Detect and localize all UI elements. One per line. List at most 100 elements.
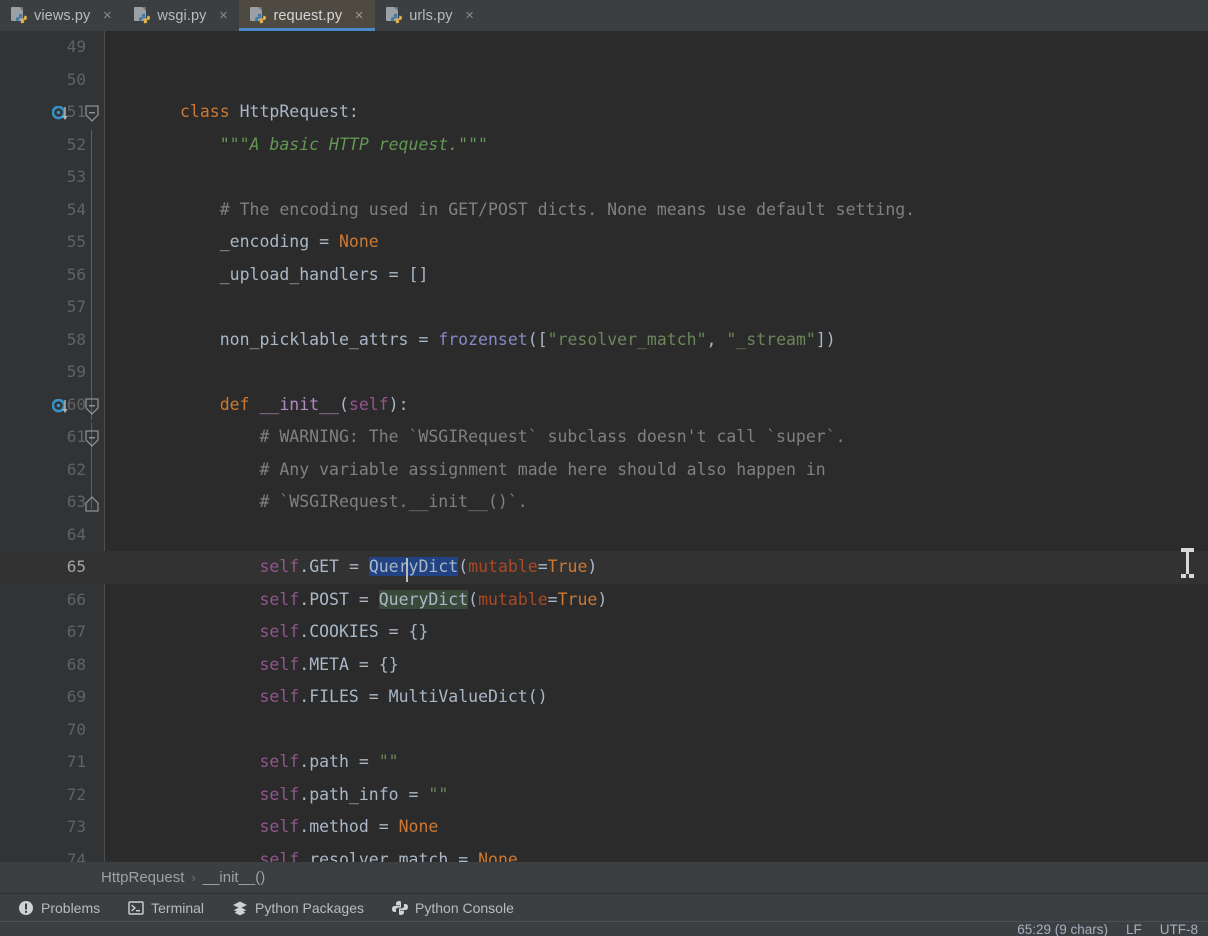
code-text: # WARNING: The `WSGIRequest` subclass do… xyxy=(259,427,846,446)
tab-request-py[interactable]: request.py × xyxy=(239,0,376,31)
fold-collapse-icon[interactable] xyxy=(84,102,100,122)
tab-label: request.py xyxy=(273,7,343,24)
line-number: 58 xyxy=(66,329,86,349)
code-line[interactable]: 66 self.POST = QueryDict(mutable=True) xyxy=(0,584,1208,617)
breadcrumb-item-method[interactable]: __init__() xyxy=(203,869,266,886)
tab-wsgi-py[interactable]: wsgi.py × xyxy=(123,0,239,31)
code-line[interactable]: 67 self.COOKIES = {} xyxy=(0,616,1208,649)
line-number: 63 xyxy=(66,492,86,511)
code-text: self.path_info = "" xyxy=(259,784,449,804)
editor-tab-bar: views.py × wsgi.py × request.py × urls.p… xyxy=(0,0,1208,31)
tool-window-label: Terminal xyxy=(151,899,205,916)
code-text: def __init__(self): xyxy=(219,394,409,414)
encoding-status[interactable]: UTF-8 xyxy=(1160,922,1198,936)
tab-label: wsgi.py xyxy=(157,7,207,24)
line-number: 52 xyxy=(66,134,86,154)
fold-end-icon[interactable] xyxy=(84,492,100,512)
text-caret xyxy=(406,558,408,582)
code-line[interactable]: 72 self.path_info = "" xyxy=(0,779,1208,812)
code-text: self.FILES = MultiValueDict() xyxy=(259,687,548,706)
tool-window-python-packages[interactable]: Python Packages xyxy=(218,895,378,921)
line-number: 69 xyxy=(66,687,86,706)
tool-window-label: Python Packages xyxy=(255,899,365,916)
tool-window-label: Python Console xyxy=(415,899,514,916)
line-number: 50 xyxy=(66,69,86,89)
code-line[interactable]: 63 # `WSGIRequest.__init__()`. xyxy=(0,486,1208,519)
code-lines-container[interactable]: 49 50 51 class HttpRequest: 52 """A basic HT… xyxy=(0,31,1208,862)
code-line[interactable]: 53 xyxy=(0,161,1208,194)
line-number: 62 xyxy=(66,459,86,479)
line-number: 64 xyxy=(66,524,86,544)
warning-circle-icon xyxy=(19,900,33,915)
code-line[interactable]: 52 """A basic HTTP request.""" xyxy=(0,129,1208,162)
code-line[interactable]: 55 _encoding = None xyxy=(0,226,1208,259)
code-text: self.method = None xyxy=(259,817,439,836)
code-line[interactable]: 56 _upload_handlers = [] xyxy=(0,259,1208,292)
caret-position-status[interactable]: 65:29 (9 chars) xyxy=(1017,922,1108,936)
tab-views-py[interactable]: views.py × xyxy=(0,0,123,31)
mouse-cursor-ibeam xyxy=(1181,548,1194,578)
python-file-icon xyxy=(386,7,403,24)
tab-urls-py[interactable]: urls.py × xyxy=(375,0,485,31)
fold-collapse-icon[interactable] xyxy=(84,427,100,447)
code-line[interactable]: 49 xyxy=(0,31,1208,64)
terminal-icon xyxy=(128,900,144,915)
code-line[interactable]: 62 # Any variable assignment made here s… xyxy=(0,454,1208,487)
code-editor[interactable]: 49 50 51 class HttpRequest: 52 """A basic HT… xyxy=(0,31,1208,862)
close-icon[interactable]: × xyxy=(352,8,366,23)
code-line[interactable]: 59 xyxy=(0,356,1208,389)
code-line[interactable]: 54 # The encoding used in GET/POST dicts… xyxy=(0,194,1208,227)
code-line[interactable]: 71 self.path = "" xyxy=(0,746,1208,779)
tab-label: views.py xyxy=(34,7,91,24)
code-line[interactable]: 50 xyxy=(0,64,1208,97)
layers-icon xyxy=(233,901,248,915)
line-number: 51 xyxy=(66,102,86,121)
line-number: 72 xyxy=(66,784,86,804)
line-number: 59 xyxy=(66,362,86,381)
line-number: 66 xyxy=(66,589,86,609)
code-line[interactable]: 57 xyxy=(0,291,1208,324)
code-line[interactable]: 60 def __init__(self): xyxy=(0,389,1208,422)
code-line[interactable]: 73 self.method = None xyxy=(0,811,1208,844)
python-file-icon xyxy=(250,7,267,24)
tab-label: urls.py xyxy=(409,7,453,24)
python-file-icon xyxy=(134,7,151,24)
line-number: 67 xyxy=(66,622,86,641)
line-number: 73 xyxy=(66,817,86,836)
close-icon[interactable]: × xyxy=(216,8,230,23)
code-line[interactable]: 74 self.resolver_match = None xyxy=(0,844,1208,863)
code-text: non_picklable_attrs = frozenset(["resolv… xyxy=(219,329,836,349)
code-line[interactable]: 64 xyxy=(0,519,1208,552)
breadcrumb-item-class[interactable]: HttpRequest xyxy=(101,869,184,886)
line-number: 53 xyxy=(66,167,86,186)
code-line[interactable]: 69 self.FILES = MultiValueDict() xyxy=(0,681,1208,714)
breadcrumb: HttpRequest › __init__() xyxy=(0,862,1208,893)
fold-collapse-icon[interactable] xyxy=(84,395,100,415)
line-number: 54 xyxy=(66,199,86,219)
tool-window-problems[interactable]: Problems xyxy=(4,895,114,921)
code-line[interactable]: 58 non_picklable_attrs = frozenset(["res… xyxy=(0,324,1208,357)
code-text: """A basic HTTP request.""" xyxy=(219,134,488,154)
code-line[interactable]: 65 self.GET = QueryDict(mutable=True) xyxy=(0,551,1208,584)
code-line[interactable]: 68 self.META = {} xyxy=(0,649,1208,682)
close-icon[interactable]: × xyxy=(463,8,477,23)
line-number: 56 xyxy=(66,264,86,284)
tool-window-label: Problems xyxy=(41,899,101,916)
implementation-marker-icon[interactable] xyxy=(51,396,70,414)
close-icon[interactable]: × xyxy=(100,8,114,23)
implementation-marker-icon[interactable] xyxy=(51,103,70,121)
line-separator-status[interactable]: LF xyxy=(1126,922,1142,936)
code-line[interactable]: 61 # WARNING: The `WSGIRequest` subclass… xyxy=(0,421,1208,454)
code-line[interactable]: 51 class HttpRequest: xyxy=(0,96,1208,129)
tool-window-python-console[interactable]: Python Console xyxy=(378,895,528,921)
code-text: self.POST = QueryDict(mutable=True) xyxy=(259,589,608,609)
line-number: 68 xyxy=(66,654,86,674)
tool-window-bar: Problems Terminal Python Packages Python… xyxy=(0,893,1208,921)
line-number: 57 xyxy=(66,297,86,316)
python-icon xyxy=(392,900,409,915)
status-bar: 65:29 (9 chars) LF UTF-8 xyxy=(0,921,1208,936)
line-number: 70 xyxy=(66,719,86,739)
code-line[interactable]: 70 xyxy=(0,714,1208,747)
code-text: self.GET = QueryDict(mutable=True) xyxy=(259,557,598,576)
tool-window-terminal[interactable]: Terminal xyxy=(114,895,218,921)
